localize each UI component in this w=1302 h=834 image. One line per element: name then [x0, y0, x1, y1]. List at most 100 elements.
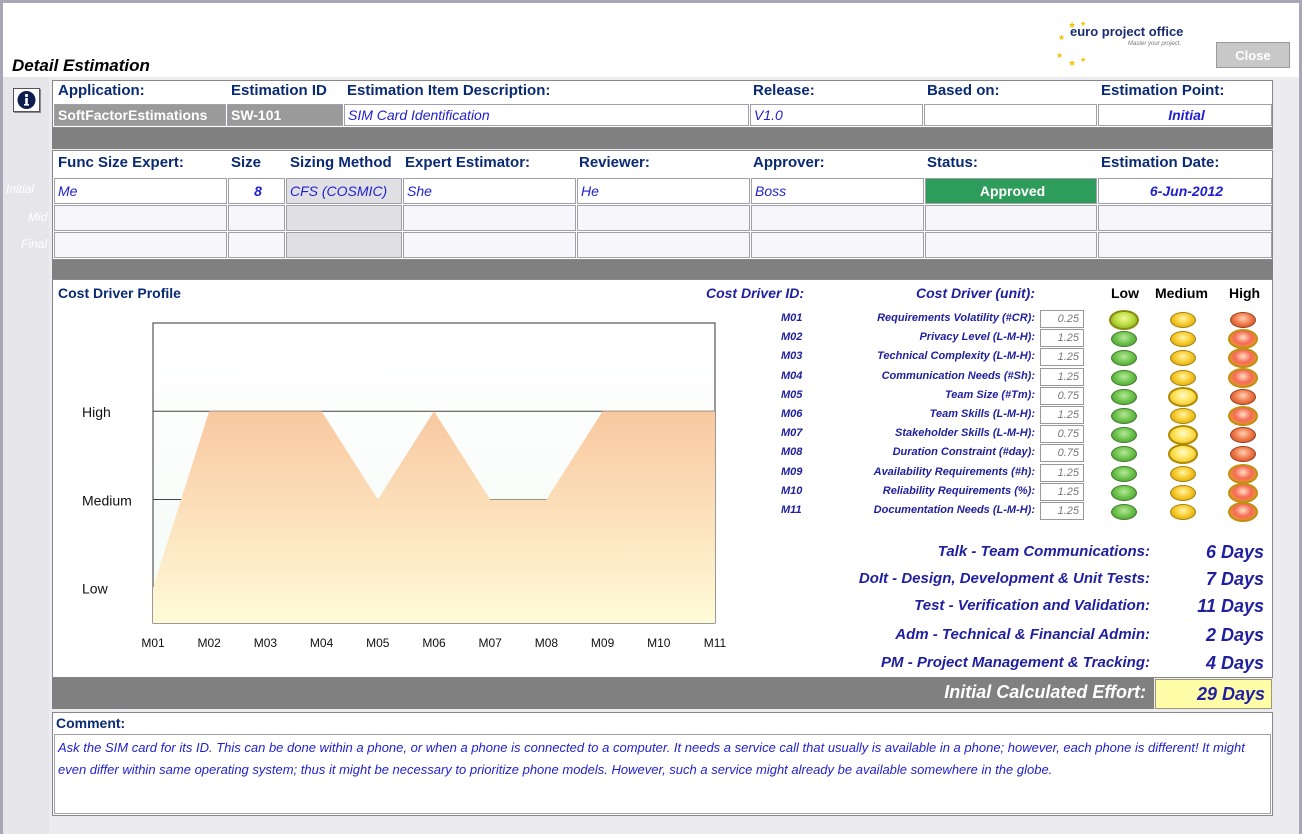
comment-text[interactable]: Ask the SIM card for its ID. This can be… — [54, 734, 1271, 814]
cost-driver-value[interactable]: 1.25 — [1040, 348, 1084, 367]
low-level-light-icon[interactable] — [1111, 408, 1137, 424]
cost-driver-value[interactable]: 1.25 — [1040, 367, 1084, 386]
reviewer-initial[interactable]: He — [577, 178, 750, 204]
status-final[interactable] — [925, 232, 1097, 258]
medium-level-light-icon[interactable] — [1170, 484, 1196, 501]
reviewer-label: Reviewer: — [579, 154, 650, 171]
reviewer-mid[interactable] — [577, 205, 750, 231]
effort-label-pm: PM - Project Management & Tracking: — [881, 654, 1150, 671]
cost-driver-value[interactable]: 1.25 — [1040, 406, 1084, 424]
row-label-mid: Mid — [28, 210, 48, 224]
x-tick-label: M01 — [141, 636, 165, 650]
cost-driver-id: M07 — [781, 427, 803, 440]
medium-level-light-icon[interactable] — [1168, 386, 1198, 407]
func-size-expert-final[interactable] — [54, 232, 227, 258]
page-title: Detail Estimation — [12, 56, 150, 75]
size-label: Size — [231, 154, 262, 171]
size-mid[interactable] — [228, 205, 285, 231]
cost-driver-value[interactable]: 1.25 — [1040, 502, 1084, 520]
size-final[interactable] — [228, 232, 285, 258]
cost-driver-id: M01 — [781, 312, 803, 324]
x-tick-label: M10 — [647, 636, 671, 650]
sizing-method-initial[interactable]: CFS (COSMIC) — [286, 178, 402, 204]
info-button[interactable] — [13, 88, 40, 112]
logo-tagline: Master your project. — [1128, 41, 1182, 47]
close-button[interactable]: Close — [1216, 42, 1290, 68]
svg-text:★: ★ — [1080, 56, 1086, 64]
cost-driver-value[interactable]: 0.75 — [1040, 425, 1084, 444]
medium-level-light-icon[interactable] — [1170, 465, 1196, 482]
high-level-light-icon[interactable] — [1228, 367, 1258, 388]
high-level-light-icon[interactable] — [1228, 406, 1258, 426]
medium-level-light-icon[interactable] — [1170, 408, 1196, 424]
approver-mid[interactable] — [751, 205, 924, 231]
effort-value-doit: 7 Days — [1205, 569, 1264, 589]
cost-driver-id: M04 — [781, 369, 803, 382]
cost-driver-name: Team Size (#Tm): — [944, 388, 1035, 401]
low-level-light-icon[interactable] — [1111, 369, 1137, 386]
description-label: Estimation Item Description: — [347, 82, 551, 99]
high-level-light-icon[interactable] — [1228, 482, 1258, 503]
func-size-expert-mid[interactable] — [54, 205, 227, 231]
cost-driver-id-header: Cost Driver ID: — [705, 285, 804, 301]
cost-driver-id: M06 — [781, 408, 803, 420]
cost-driver-value[interactable]: 1.25 — [1040, 463, 1084, 482]
total-effort-value: 29 Days — [1155, 679, 1272, 709]
cost-driver-value[interactable]: 1.25 — [1040, 482, 1084, 501]
profile-title: Cost Driver Profile — [58, 285, 181, 301]
sizing-method-mid[interactable] — [286, 205, 402, 231]
y-tick-label: Low — [82, 581, 109, 597]
estimation-date-mid[interactable] — [1098, 205, 1272, 231]
cost-driver-value[interactable]: 0.75 — [1040, 444, 1084, 463]
x-tick-label: M09 — [591, 636, 615, 650]
level-medium-header: Medium — [1155, 285, 1208, 301]
cost-driver-id: M05 — [781, 388, 803, 401]
medium-level-light-icon[interactable] — [1170, 312, 1196, 328]
based-on-field[interactable] — [924, 104, 1097, 126]
cost-driver-name: Technical Complexity (L-M-H): — [877, 350, 1035, 363]
expert-estimator-initial[interactable]: She — [403, 178, 576, 204]
cost-driver-name: Team Skills (L-M-H): — [929, 408, 1035, 420]
effort-label-test: Test - Verification and Validation: — [914, 597, 1150, 614]
x-tick-label: M08 — [535, 636, 559, 650]
high-level-light-icon[interactable] — [1228, 463, 1258, 484]
expert-estimator-mid[interactable] — [403, 205, 576, 231]
x-tick-label: M05 — [366, 636, 390, 650]
x-tick-label: M07 — [479, 636, 503, 650]
cost-driver-value[interactable]: 1.25 — [1040, 329, 1084, 348]
info-icon — [17, 91, 36, 109]
sizing-method-final[interactable] — [286, 232, 402, 258]
description-field[interactable]: SIM Card Identification — [344, 104, 749, 126]
estimation-point-field[interactable]: Initial — [1098, 104, 1272, 126]
release-field[interactable]: V1.0 — [750, 104, 923, 126]
status-mid[interactable] — [925, 205, 1097, 231]
status-badge[interactable]: Approved — [925, 178, 1097, 204]
estimation-date-final[interactable] — [1098, 232, 1272, 258]
cost-driver-value[interactable]: 0.25 — [1040, 310, 1084, 328]
low-level-light-icon[interactable] — [1109, 310, 1139, 330]
cost-driver-id: M08 — [781, 446, 803, 459]
low-level-light-icon[interactable] — [1111, 484, 1137, 501]
effort-label-talk: Talk - Team Communications: — [937, 543, 1150, 560]
high-level-light-icon[interactable] — [1230, 388, 1256, 405]
sizing-method-label: Sizing Method — [290, 154, 392, 171]
cost-driver-name: Stakeholder Skills (L-M-H): — [895, 427, 1035, 440]
medium-level-light-icon[interactable] — [1170, 504, 1196, 520]
low-level-light-icon[interactable] — [1111, 465, 1137, 482]
medium-level-light-icon[interactable] — [1170, 369, 1196, 386]
cost-driver-name: Duration Constraint (#day): — [892, 446, 1035, 459]
low-level-light-icon[interactable] — [1111, 504, 1137, 520]
approver-final[interactable] — [751, 232, 924, 258]
low-level-light-icon[interactable] — [1111, 388, 1137, 405]
estimation-date-initial[interactable]: 6-Jun-2012 — [1098, 178, 1272, 204]
x-tick-label: M04 — [310, 636, 334, 650]
reviewer-final[interactable] — [577, 232, 750, 258]
high-level-light-icon[interactable] — [1230, 312, 1256, 328]
func-size-expert-initial[interactable]: Me — [54, 178, 227, 204]
approver-initial[interactable]: Boss — [751, 178, 924, 204]
cost-driver-name: Requirements Volatility (#CR): — [877, 312, 1035, 324]
size-initial[interactable]: 8 — [228, 178, 285, 204]
expert-estimator-final[interactable] — [403, 232, 576, 258]
cost-driver-value[interactable]: 0.75 — [1040, 386, 1084, 405]
high-level-light-icon[interactable] — [1228, 502, 1258, 522]
